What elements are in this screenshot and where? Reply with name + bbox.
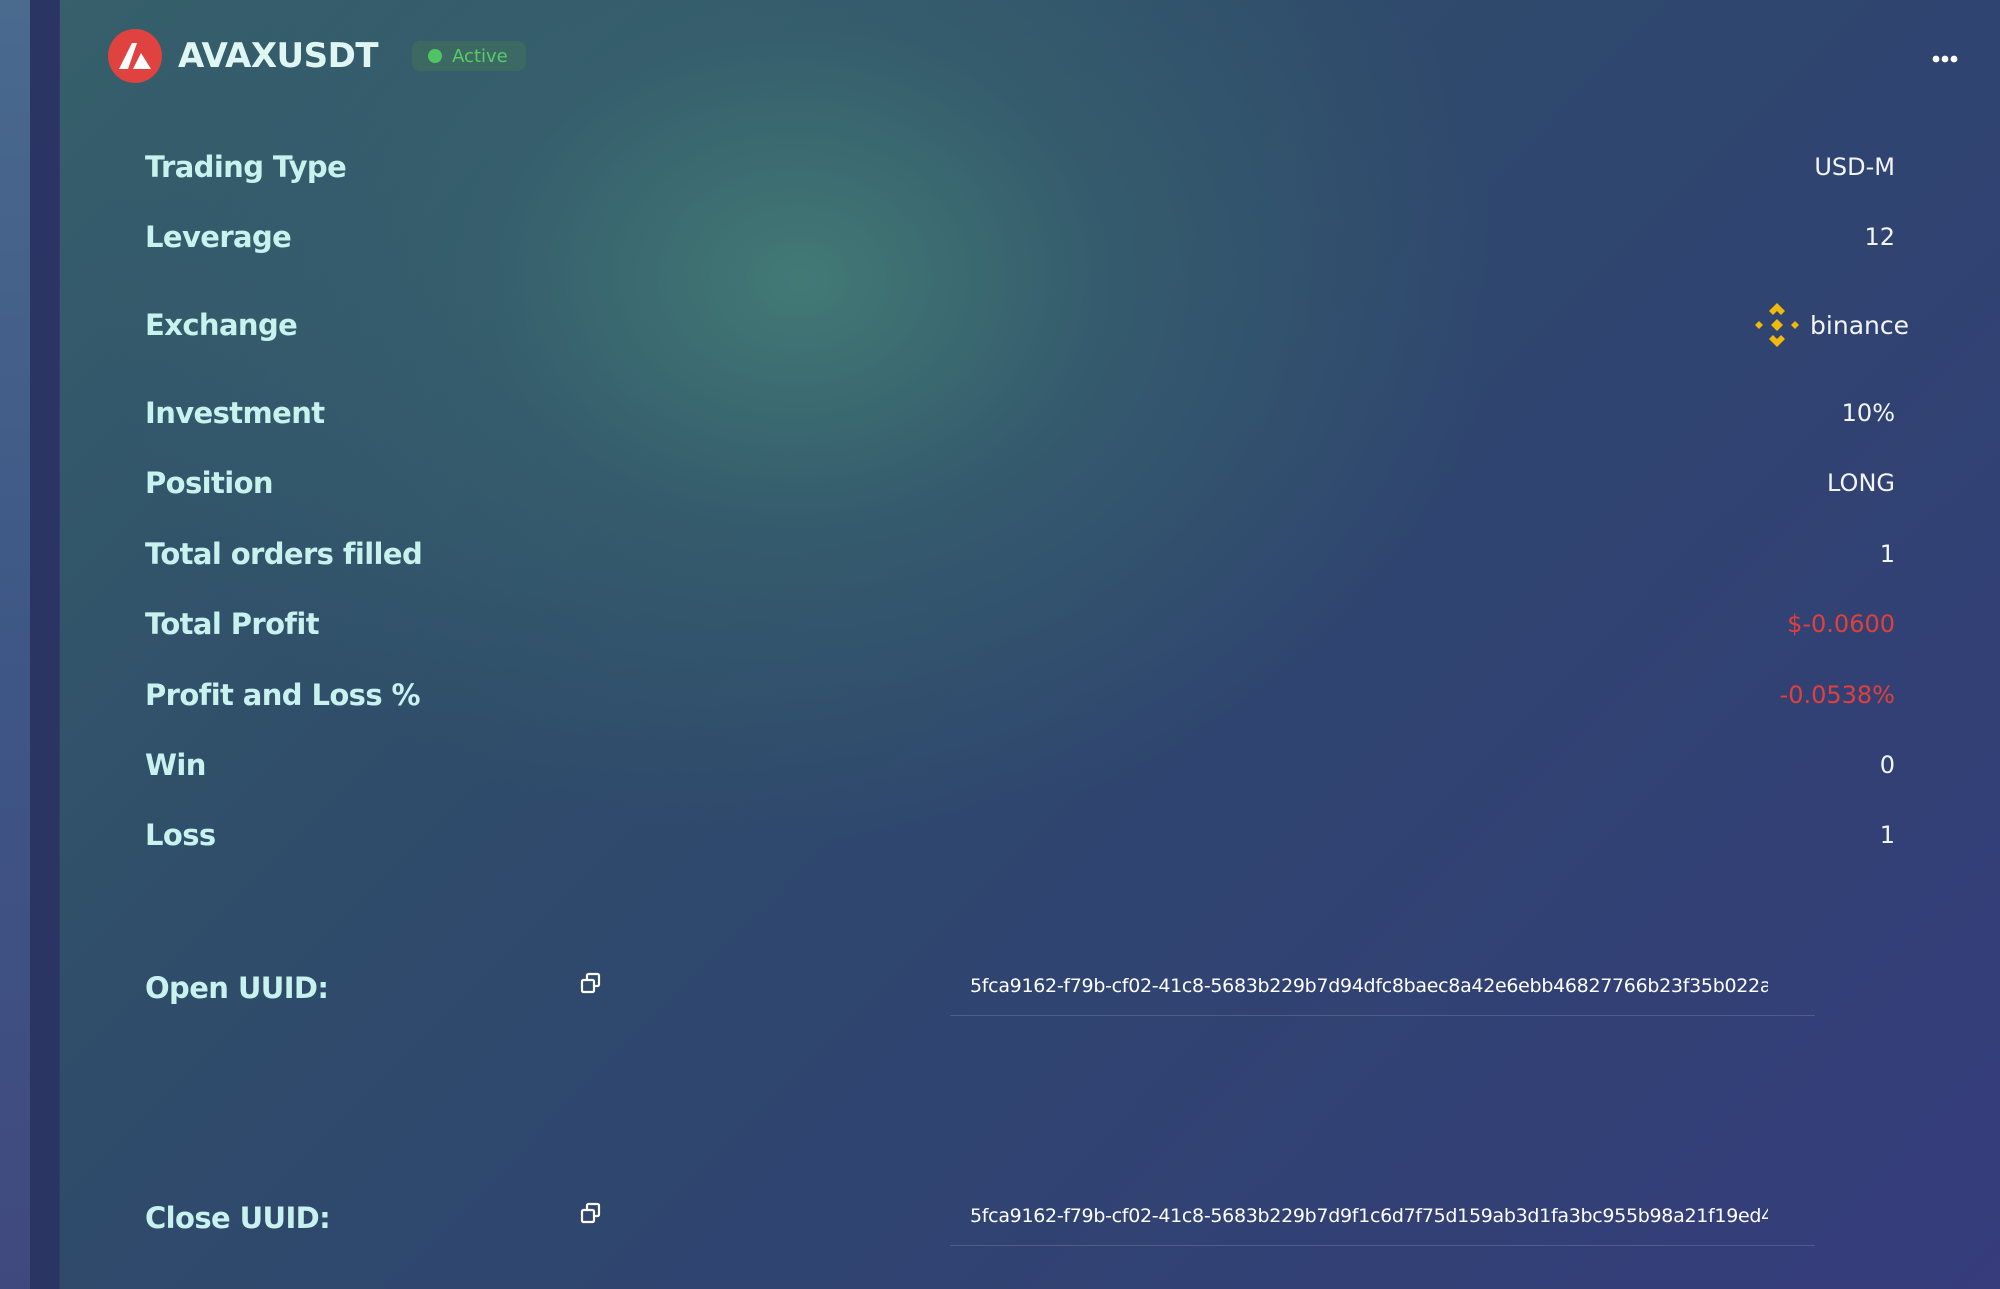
leverage-value: 12 [1864, 223, 1895, 251]
detail-row-total-orders: Total orders filled 1 [145, 534, 1895, 574]
left-edge-strip [0, 0, 30, 1289]
status-badge: Active [412, 41, 526, 71]
win-value: 0 [1879, 751, 1895, 779]
binance-logo-icon [1755, 303, 1800, 347]
total-profit-label: Total Profit [145, 607, 320, 641]
detail-row-loss: Loss 1 [145, 815, 1895, 855]
detail-row-total-profit: Total Profit $-0.0600 [145, 604, 1895, 644]
detail-row-pnl-percent: Profit and Loss % -0.0538% [145, 675, 1895, 715]
status-dot-icon [428, 49, 443, 63]
more-options-button[interactable] [1928, 44, 1962, 74]
detail-row-position: Position LONG [145, 463, 1895, 503]
open-uuid-field[interactable]: 5fca9162-f79b-cf02-41c8-5683b229b7d94dfc… [950, 961, 1815, 1016]
investment-label: Investment [145, 396, 325, 430]
open-uuid-label: Open UUID: [145, 971, 329, 1005]
copy-icon [580, 972, 601, 994]
copy-close-uuid-button[interactable] [577, 1199, 605, 1227]
close-uuid-label: Close UUID: [145, 1201, 331, 1235]
exchange-name: binance [1810, 310, 1909, 340]
detail-row-exchange: Exchange binance [145, 303, 1909, 347]
exchange-label: Exchange [145, 308, 298, 342]
investment-value: 10% [1841, 399, 1895, 427]
more-horizontal-icon [1932, 55, 1958, 63]
close-uuid-value: 5fca9162-f79b-cf02-41c8-5683b229b7d9f1c6… [970, 1205, 1768, 1227]
close-uuid-row: Close UUID: 5fca9162-f79b-cf02-41c8-5683… [145, 1191, 1825, 1251]
position-value: LONG [1827, 469, 1895, 497]
total-profit-value: $-0.0600 [1787, 610, 1895, 638]
detail-row-win: Win 0 [145, 745, 1895, 785]
card-header: AVAXUSDT Active [108, 28, 526, 84]
detail-row-investment: Investment 10% [145, 393, 1895, 433]
open-uuid-value: 5fca9162-f79b-cf02-41c8-5683b229b7d94dfc… [970, 975, 1768, 997]
total-orders-label: Total orders filled [145, 537, 423, 571]
detail-row-trading-type: Trading Type USD-M [145, 147, 1895, 187]
symbol-title: AVAXUSDT [178, 36, 379, 76]
open-uuid-row: Open UUID: 5fca9162-f79b-cf02-41c8-5683b… [145, 961, 1825, 1021]
status-label: Active [452, 45, 508, 67]
loss-label: Loss [145, 818, 216, 852]
copy-open-uuid-button[interactable] [577, 969, 605, 997]
pnl-percent-value: -0.0538% [1779, 681, 1895, 709]
leverage-label: Leverage [145, 220, 292, 254]
close-uuid-field[interactable]: 5fca9162-f79b-cf02-41c8-5683b229b7d9f1c6… [950, 1191, 1815, 1246]
trading-type-value: USD-M [1814, 153, 1895, 181]
copy-icon [580, 1202, 601, 1224]
exchange-value: binance [1752, 300, 1909, 350]
position-label: Position [145, 466, 274, 500]
loss-value: 1 [1879, 821, 1895, 849]
avalanche-logo-icon [108, 29, 162, 83]
trading-type-label: Trading Type [145, 150, 347, 184]
total-orders-value: 1 [1879, 540, 1895, 568]
pnl-percent-label: Profit and Loss % [145, 678, 421, 712]
bot-detail-card [60, 0, 2000, 1289]
win-label: Win [145, 748, 206, 782]
detail-row-leverage: Leverage 12 [145, 217, 1895, 257]
